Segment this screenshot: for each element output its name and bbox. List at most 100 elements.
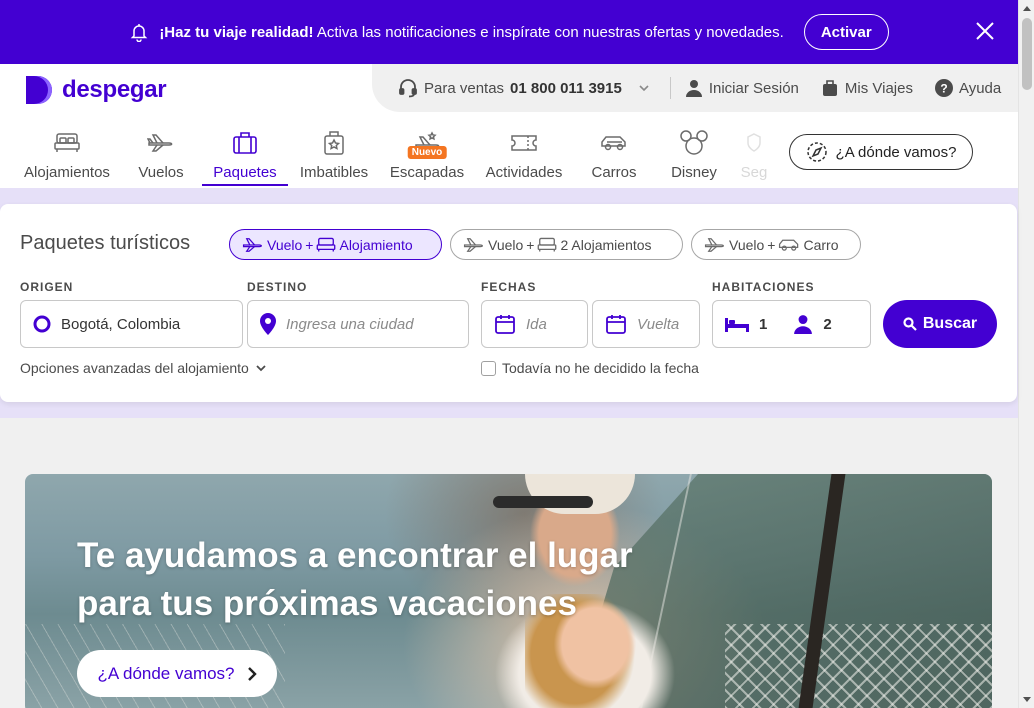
tab-imbatibles[interactable]: Imbatibles xyxy=(288,124,380,188)
close-icon[interactable] xyxy=(974,20,996,42)
notification-text: Activa las notificaciones e inspírate co… xyxy=(313,23,784,41)
chip-flight-two-hotels[interactable]: Vuelo + 2 Alojamientos xyxy=(450,229,683,260)
departure-placeholder: Ida xyxy=(526,315,547,333)
insurance-icon xyxy=(746,128,762,158)
site-header: despegar Para ventas 01 800 011 3915 Ini… xyxy=(0,64,1018,188)
origin-label: ORIGEN xyxy=(20,280,74,294)
return-date-field[interactable]: Vuelta xyxy=(592,300,700,348)
luggage-star-icon xyxy=(321,128,347,158)
tab-disney[interactable]: Disney xyxy=(654,124,734,188)
location-pin-icon xyxy=(260,313,276,335)
destination-placeholder: Ingresa una ciudad xyxy=(286,315,414,333)
top-utility-bar: Para ventas 01 800 011 3915 Iniciar Sesi… xyxy=(372,64,1018,112)
sales-phone-dropdown[interactable]: Para ventas 01 800 011 3915 xyxy=(398,78,650,98)
scroll-down-arrow-icon[interactable] xyxy=(1023,697,1031,702)
tab-vuelos[interactable]: Vuelos xyxy=(120,124,202,188)
my-trips-label: Mis Viajes xyxy=(844,79,913,97)
brand-name: despegar xyxy=(62,76,167,103)
tab-paquetes[interactable]: Paquetes xyxy=(202,124,288,188)
chip-plus: + xyxy=(526,236,535,253)
tab-seguros[interactable]: Seg xyxy=(734,124,774,188)
plane-icon xyxy=(242,237,262,252)
car-icon xyxy=(600,128,628,158)
hero-photo-sunglasses xyxy=(493,496,593,508)
new-badge: Nuevo xyxy=(407,146,447,159)
undecided-date-checkbox[interactable]: Todavía no he decidido la fecha xyxy=(481,360,699,376)
user-icon xyxy=(685,80,702,97)
departure-date-field[interactable]: Ida xyxy=(481,300,588,348)
search-button[interactable]: Buscar xyxy=(883,300,997,348)
chip-plus: + xyxy=(767,236,776,253)
bed-icon xyxy=(725,318,749,332)
rooms-guests-field[interactable]: 1 2 xyxy=(712,300,871,348)
notification-bold: ¡Haz tu viaje realidad! xyxy=(159,23,314,41)
advanced-options-toggle[interactable]: Opciones avanzadas del alojamiento xyxy=(20,360,267,376)
notification-bar: ¡Haz tu viaje realidad! Activa las notif… xyxy=(0,0,1018,64)
tab-label: Carros xyxy=(591,164,637,181)
brand-logo[interactable]: despegar xyxy=(24,74,167,106)
search-title: Paquetes turísticos xyxy=(20,232,191,254)
hero-cta-button[interactable]: ¿A dónde vamos? xyxy=(77,650,277,697)
calendar-icon xyxy=(495,315,515,334)
mickey-icon xyxy=(680,128,708,158)
sales-phone: 01 800 011 3915 xyxy=(510,79,622,97)
dates-label: FECHAS xyxy=(481,280,537,294)
svg-text:?: ? xyxy=(940,82,947,96)
suitcase-icon xyxy=(232,128,258,158)
help-label: Ayuda xyxy=(958,79,1002,97)
rooms-count: 1 xyxy=(759,315,768,333)
search-button-label: Buscar xyxy=(922,315,978,332)
chip-plus: + xyxy=(305,236,314,253)
despegar-logo-icon xyxy=(26,76,52,104)
return-placeholder: Vuelta xyxy=(637,315,680,333)
bed-icon xyxy=(538,237,557,252)
help-link[interactable]: ? Ayuda xyxy=(934,79,1002,97)
login-link[interactable]: Iniciar Sesión xyxy=(685,79,799,97)
plane-icon xyxy=(463,237,483,252)
chip-part2: Carro xyxy=(803,236,839,253)
chip-flight-car[interactable]: Vuelo + Carro xyxy=(691,229,861,260)
chip-flight-hotel[interactable]: Vuelo + Alojamiento xyxy=(229,229,442,260)
chevron-down-icon xyxy=(256,365,266,372)
rooms-label: HABITACIONES xyxy=(712,280,815,294)
headset-icon xyxy=(399,79,417,98)
plane-icon xyxy=(704,237,724,252)
tab-label: Actividades xyxy=(485,164,563,181)
tab-alojamientos[interactable]: Alojamientos xyxy=(14,124,120,188)
sales-label: Para ventas xyxy=(424,79,505,97)
scrollbar-thumb[interactable] xyxy=(1022,18,1032,90)
tab-escapadas[interactable]: Nuevo Escapadas xyxy=(380,124,474,188)
bed-icon xyxy=(317,237,336,252)
ticket-icon xyxy=(510,128,538,158)
where-to-go-button[interactable]: ¿A dónde vamos? xyxy=(789,134,973,170)
where-to-go-label: ¿A dónde vamos? xyxy=(835,143,957,161)
tab-actividades[interactable]: Actividades xyxy=(474,124,574,188)
origin-value: Bogotá, Colombia xyxy=(61,315,181,333)
chevron-down-icon xyxy=(639,85,649,92)
tab-label: Escapadas xyxy=(389,164,465,181)
product-nav: Alojamientos Vuelos Paquetes Imbatibles … xyxy=(14,124,774,188)
advanced-options-label: Opciones avanzadas del alojamiento xyxy=(20,360,249,376)
plane-icon xyxy=(147,128,175,158)
scroll-up-arrow-icon[interactable] xyxy=(1023,6,1031,11)
bell-icon xyxy=(129,22,149,42)
tab-carros[interactable]: Carros xyxy=(574,124,654,188)
login-label: Iniciar Sesión xyxy=(708,79,799,97)
hero-headline-line1: Te ayudamos a encontrar el lugar xyxy=(77,536,633,575)
hero-banner: Te ayudamos a encontrar el lugar para tu… xyxy=(25,474,992,708)
compass-icon xyxy=(806,142,827,162)
my-trips-link[interactable]: Mis Viajes xyxy=(821,79,913,97)
destination-field[interactable]: Ingresa una ciudad xyxy=(247,300,469,348)
calendar-icon xyxy=(606,315,626,334)
divider xyxy=(669,77,671,99)
origin-circle-icon xyxy=(33,315,51,333)
chip-part1: Vuelo xyxy=(267,236,303,253)
chip-part2: Alojamiento xyxy=(339,236,413,253)
tab-label: Paquetes xyxy=(213,164,277,181)
hero-cta-label: ¿A dónde vamos? xyxy=(97,663,235,683)
origin-field[interactable]: Bogotá, Colombia xyxy=(20,300,243,348)
activate-notifications-button[interactable]: Activar xyxy=(803,14,889,50)
search-icon xyxy=(903,317,917,331)
page-scrollbar[interactable] xyxy=(1018,0,1034,708)
checkbox[interactable] xyxy=(481,360,496,376)
